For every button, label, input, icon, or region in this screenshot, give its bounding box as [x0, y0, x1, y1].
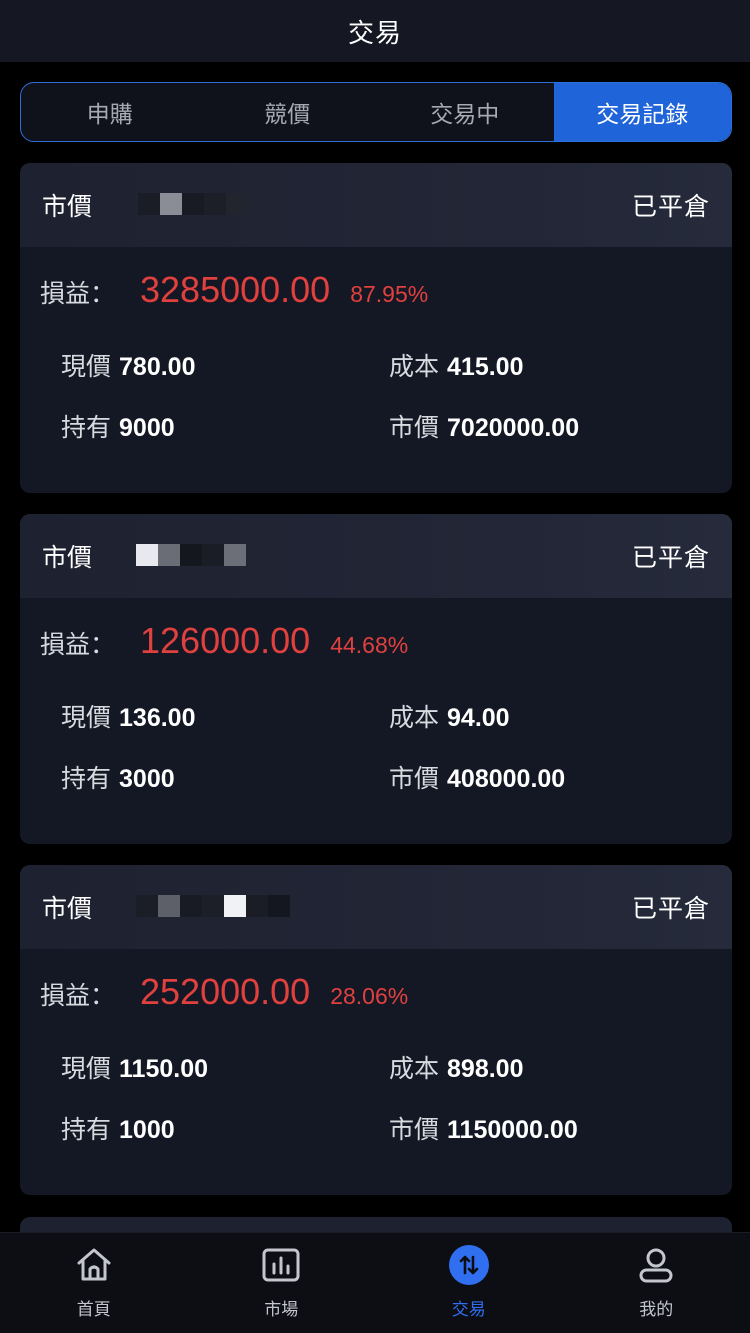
chart-icon — [259, 1243, 303, 1287]
user-icon — [634, 1243, 678, 1287]
stat-price: 現價 780.00 — [61, 347, 389, 381]
record-stats: 現價 1150.00 成本 898.00 持有 1000 市價 1150000.… — [20, 1049, 732, 1144]
record-stats: 現價 780.00 成本 415.00 持有 9000 市價 7020000.0… — [20, 347, 732, 442]
status-badge: 已平倉 — [631, 894, 710, 923]
stat-label: 成本 — [389, 352, 440, 381]
tabbar-label: 交易 — [451, 1300, 486, 1320]
status-badge: 已平倉 — [631, 192, 710, 221]
stat-value: 9000 — [119, 414, 175, 442]
stat-cost: 成本 94.00 — [389, 698, 719, 732]
stat-label: 市價 — [389, 413, 440, 442]
stat-price: 現價 136.00 — [61, 698, 389, 732]
status-badge: 已平倉 — [631, 543, 710, 572]
record-stats: 現價 136.00 成本 94.00 持有 3000 市價 408000.00 — [20, 698, 732, 793]
stat-market-value: 市價 408000.00 — [389, 759, 719, 793]
stat-label: 市價 — [389, 1115, 440, 1144]
home-icon — [72, 1243, 116, 1287]
tabbar-label: 市場 — [264, 1300, 299, 1320]
masked-stock-name — [136, 895, 290, 919]
tabbar-profile[interactable]: 我的 — [563, 1233, 750, 1333]
pl-label: 損益： — [40, 279, 116, 308]
pl-label: 損益： — [40, 981, 116, 1010]
pl-row: 損益： 252000.00 28.06% — [20, 971, 732, 1021]
stat-label: 市價 — [389, 764, 440, 793]
record-card[interactable]: 市價 已平倉 損益： 126000.00 44.68% 現價 136.00 成本… — [20, 514, 732, 844]
masked-stock-name — [138, 193, 248, 217]
stat-cost: 成本 415.00 — [389, 347, 719, 381]
order-type-label: 市價 — [42, 192, 93, 221]
stat-value: 94.00 — [447, 704, 510, 732]
segment-tabs: 申購 競價 交易中 交易記錄 — [20, 82, 732, 142]
stat-value: 898.00 — [447, 1055, 524, 1083]
tab-auction[interactable]: 競價 — [199, 83, 377, 141]
pl-label: 損益： — [40, 630, 116, 659]
stat-value: 415.00 — [447, 353, 524, 381]
masked-stock-name — [136, 544, 246, 568]
stat-label: 持有 — [61, 764, 112, 793]
stat-label: 現價 — [61, 1054, 112, 1083]
stat-label: 成本 — [389, 703, 440, 732]
stat-price: 現價 1150.00 — [61, 1049, 389, 1083]
stat-value: 1000 — [119, 1116, 175, 1144]
app-root: 交易 申購 競價 交易中 交易記錄 市價 已平倉 損益： 3285000.00 — [0, 0, 750, 1333]
records-list: 市價 已平倉 損益： 3285000.00 87.95% 現價 780.00 成… — [20, 163, 732, 1216]
pl-percent: 44.68% — [330, 632, 409, 658]
tab-subscribe[interactable]: 申購 — [21, 83, 199, 141]
stat-label: 持有 — [61, 413, 112, 442]
tab-trading[interactable]: 交易中 — [376, 83, 554, 141]
stat-value: 1150.00 — [119, 1055, 209, 1083]
stat-cost: 成本 898.00 — [389, 1049, 719, 1083]
tabbar-market[interactable]: 市場 — [188, 1233, 376, 1333]
tabbar-label: 我的 — [639, 1300, 674, 1320]
stat-market-value: 市價 1150000.00 — [389, 1110, 719, 1144]
pl-amount: 126000.00 — [140, 620, 311, 661]
stat-value: 136.00 — [119, 704, 196, 732]
header-bar: 交易 — [0, 0, 750, 62]
pl-row: 損益： 3285000.00 87.95% — [20, 269, 732, 319]
stat-value: 780.00 — [119, 353, 196, 381]
tabbar-label: 首頁 — [76, 1300, 111, 1320]
stat-label: 成本 — [389, 1054, 440, 1083]
stat-hold: 持有 3000 — [61, 759, 389, 793]
pl-percent: 87.95% — [350, 281, 429, 307]
record-card-header: 市價 已平倉 — [20, 514, 732, 598]
tab-trade-records[interactable]: 交易記錄 — [553, 83, 731, 141]
pl-percent: 28.06% — [330, 983, 409, 1009]
pl-amount: 252000.00 — [140, 971, 311, 1012]
stat-label: 現價 — [61, 703, 112, 732]
record-card-header: 市價 已平倉 — [20, 865, 732, 949]
tabbar-trade[interactable]: 交易 — [375, 1233, 563, 1333]
stat-market-value: 市價 7020000.00 — [389, 408, 719, 442]
stat-hold: 持有 9000 — [61, 408, 389, 442]
stat-value: 1150000.00 — [447, 1116, 578, 1144]
stat-value: 3000 — [119, 765, 175, 793]
stat-hold: 持有 1000 — [61, 1110, 389, 1144]
pl-row: 損益： 126000.00 44.68% — [20, 620, 732, 670]
record-card[interactable]: 市價 已平倉 損益： 252000.00 28.06% 現價 1150.00 成… — [20, 865, 732, 1195]
bottom-tab-bar: 首頁 市場 交易 我的 — [0, 1232, 750, 1333]
stat-label: 現價 — [61, 352, 112, 381]
order-type-label: 市價 — [42, 894, 93, 923]
trade-icon — [447, 1243, 491, 1287]
stat-value: 408000.00 — [447, 765, 566, 793]
tabbar-home[interactable]: 首頁 — [0, 1233, 188, 1333]
order-type-label: 市價 — [42, 543, 93, 572]
stat-label: 持有 — [61, 1115, 112, 1144]
page-title: 交易 — [347, 18, 402, 49]
record-card[interactable]: 市價 已平倉 損益： 3285000.00 87.95% 現價 780.00 成… — [20, 163, 732, 493]
pl-amount: 3285000.00 — [140, 269, 331, 310]
stat-value: 7020000.00 — [447, 414, 580, 442]
record-card-header: 市價 已平倉 — [20, 163, 732, 247]
